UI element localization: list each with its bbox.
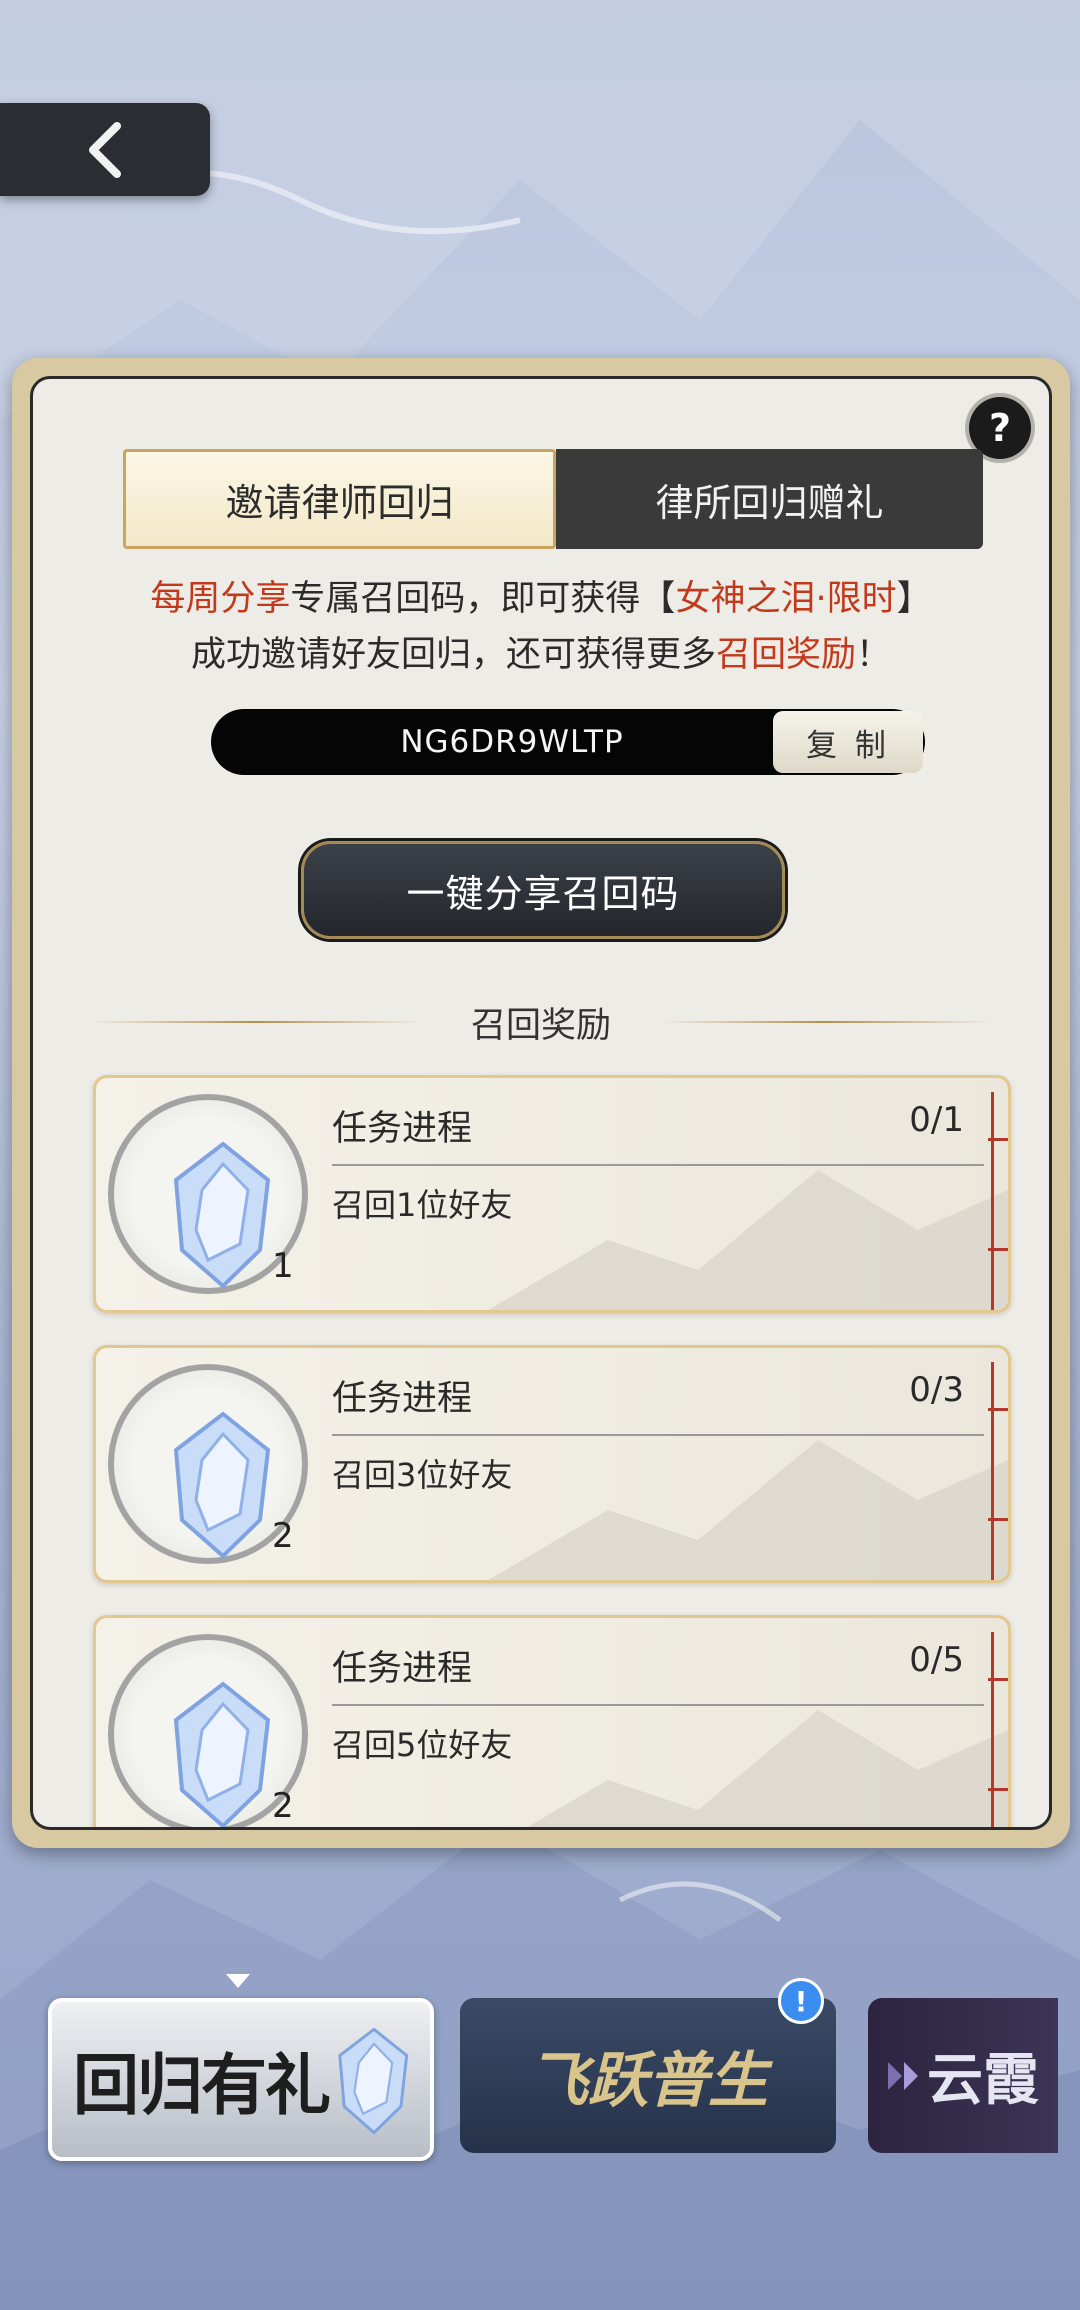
crystal-gem-icon [173, 1141, 271, 1289]
copy-button[interactable]: 复 制 [773, 711, 923, 773]
description-text: 专属召回码，即可获得【 [290, 579, 676, 619]
description-text: ！ [856, 635, 892, 675]
mountain-decoration [527, 1710, 1008, 1827]
task-divider [332, 1704, 984, 1706]
banner-event-3[interactable]: 云霞 [868, 1998, 1058, 2153]
invite-code-text: NG6DR9WLTP [400, 724, 624, 760]
divider-right [661, 1021, 991, 1023]
task-description: 召回1位好友 [332, 1186, 513, 1224]
task-description: 召回5位好友 [332, 1726, 513, 1764]
description-text: 】 [896, 579, 932, 619]
progress-edge [991, 1362, 994, 1580]
description-text: 成功邀请好友回归，还可获得更多 [190, 635, 716, 675]
alert-icon: ! [778, 1978, 824, 2024]
banner-label: 飞跃普生 [528, 2046, 768, 2116]
progress-tick [988, 1518, 1008, 1521]
task-progress: 0/1 [909, 1100, 964, 1140]
crystal-gem-icon [173, 1681, 271, 1827]
share-code-button[interactable]: 一键分享召回码 [301, 841, 785, 939]
task-divider [332, 1434, 984, 1436]
chevron-left-icon [89, 121, 121, 178]
tab-firm-return-gift[interactable]: 律所回归赠礼 [556, 449, 983, 549]
crystal-gem-icon [338, 2027, 409, 2135]
progress-tick [988, 1248, 1008, 1251]
crystal-gem-icon [173, 1411, 271, 1559]
progress-tick [988, 1138, 1008, 1141]
progress-tick [988, 1408, 1008, 1411]
description-line-2: 成功邀请好友回归，还可获得更多召回奖励！ [33, 627, 1049, 683]
play-icon [888, 2062, 918, 2090]
recall-panel-body: ? 邀请律师回归 律所回归赠礼 每周分享专属召回码，即可获得【女神之泪·限时】 … [30, 376, 1052, 1830]
progress-tick [988, 1678, 1008, 1681]
recall-panel: ? 邀请律师回归 律所回归赠礼 每周分享专属召回码，即可获得【女神之泪·限时】 … [12, 358, 1070, 1848]
task-progress: 0/3 [909, 1370, 964, 1410]
banner-return-gift[interactable]: 回归有礼 [48, 1998, 434, 2161]
section-header: 召回奖励 [33, 997, 1049, 1047]
invite-description: 每周分享专属召回码，即可获得【女神之泪·限时】 成功邀请好友回归，还可获得更多召… [33, 571, 1049, 683]
progress-tick [988, 1788, 1008, 1791]
recall-reward-highlight: 召回奖励 [715, 635, 856, 675]
selected-indicator-arrow [226, 1974, 250, 1988]
invite-code-field: NG6DR9WLTP 复 制 [211, 709, 925, 775]
reward-item-highlight: 女神之泪·限时 [675, 579, 897, 619]
item-count: 1 [272, 1246, 294, 1286]
task-title: 任务进程 [332, 1379, 473, 1419]
task-description: 召回3位好友 [332, 1456, 513, 1494]
progress-edge [991, 1632, 994, 1827]
section-title: 召回奖励 [470, 1005, 611, 1046]
progress-edge [991, 1092, 994, 1310]
task-title: 任务进程 [332, 1649, 473, 1689]
tab-bar: 邀请律师回归 律所回归赠礼 [123, 449, 983, 549]
task-progress: 0/5 [909, 1640, 964, 1680]
weekly-share-highlight: 每周分享 [150, 579, 291, 619]
mountain-decoration [488, 1440, 1008, 1580]
item-count: 2 [272, 1516, 294, 1556]
mountain-decoration [488, 1170, 1008, 1310]
banner-event-2[interactable]: 飞跃普生 [460, 1998, 836, 2153]
task-divider [332, 1164, 984, 1166]
item-count: 2 [272, 1786, 294, 1826]
reward-card: 1 任务进程 0/1 召回1位好友 [93, 1075, 1011, 1313]
reward-card: 2 任务进程 0/3 召回3位好友 [93, 1345, 1011, 1583]
description-line-1: 每周分享专属召回码，即可获得【女神之泪·限时】 [33, 571, 1049, 627]
tab-invite-lawyer[interactable]: 邀请律师回归 [123, 449, 556, 549]
reward-card: 2 任务进程 0/5 召回5位好友 [93, 1615, 1011, 1827]
divider-left [90, 1021, 421, 1023]
back-button[interactable] [0, 103, 210, 196]
reward-list[interactable]: 1 任务进程 0/1 召回1位好友 2 任务进程 0/3 召回3位好友 2 任务… [93, 1075, 1011, 1827]
task-title: 任务进程 [332, 1109, 473, 1149]
